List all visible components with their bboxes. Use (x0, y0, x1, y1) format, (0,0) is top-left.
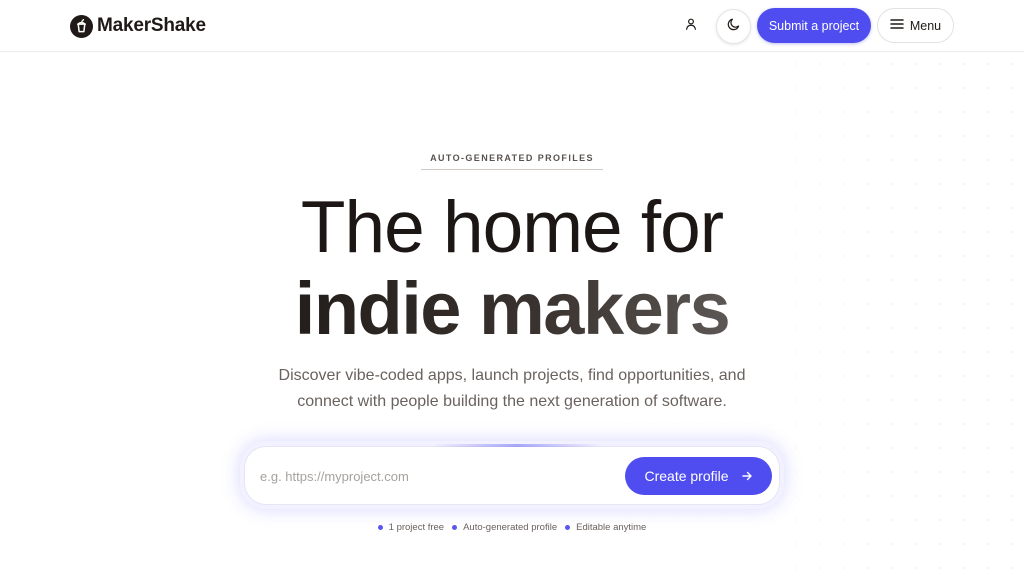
menu-button[interactable]: Menu (877, 8, 954, 43)
moon-icon (727, 17, 741, 36)
feature-item: 1 project free (377, 521, 445, 533)
logo-link[interactable]: MakerShake (70, 13, 206, 39)
hamburger-icon (890, 18, 910, 33)
feature-item: Editable anytime (565, 522, 646, 533)
hero-title-line-2: indie makers (212, 268, 812, 350)
account-button[interactable] (678, 13, 704, 39)
feature-label: Auto-generated profile (463, 521, 558, 533)
submit-project-button[interactable]: Submit a project (757, 8, 871, 43)
bullet-dot (452, 524, 458, 530)
bullet-dot (377, 524, 383, 530)
milkshake-cup-icon (70, 14, 93, 38)
user-icon (684, 17, 698, 36)
project-url-input[interactable] (260, 459, 610, 493)
eyebrow-label: AUTO-GENERATED PROFILES (421, 152, 603, 170)
feature-item: Auto-generated profile (452, 522, 557, 533)
feature-label: Editable anytime (576, 521, 647, 533)
theme-toggle-button[interactable] (716, 9, 751, 44)
create-profile-label: Create profile (644, 468, 729, 484)
top-navbar: MakerShake Submit a project Menu (0, 0, 1024, 52)
logo-text: MakerShake (97, 15, 206, 36)
bullet-dot (565, 524, 571, 530)
arrow-right-icon (741, 470, 753, 482)
create-profile-button[interactable]: Create profile (625, 457, 772, 495)
feature-label: 1 project free (388, 521, 445, 533)
submit-project-label: Submit a project (768, 18, 860, 33)
feature-list: 1 project free Auto-generated profile Ed… (312, 520, 712, 534)
hero-title-line-1: The home for (300, 187, 724, 268)
hero-subtitle: Discover vibe-coded apps, launch project… (278, 367, 746, 410)
signup-card-accent (432, 444, 602, 447)
page: MakerShake Submit a project Menu AUTO-GE… (0, 0, 1024, 576)
menu-label: Menu (909, 18, 942, 33)
